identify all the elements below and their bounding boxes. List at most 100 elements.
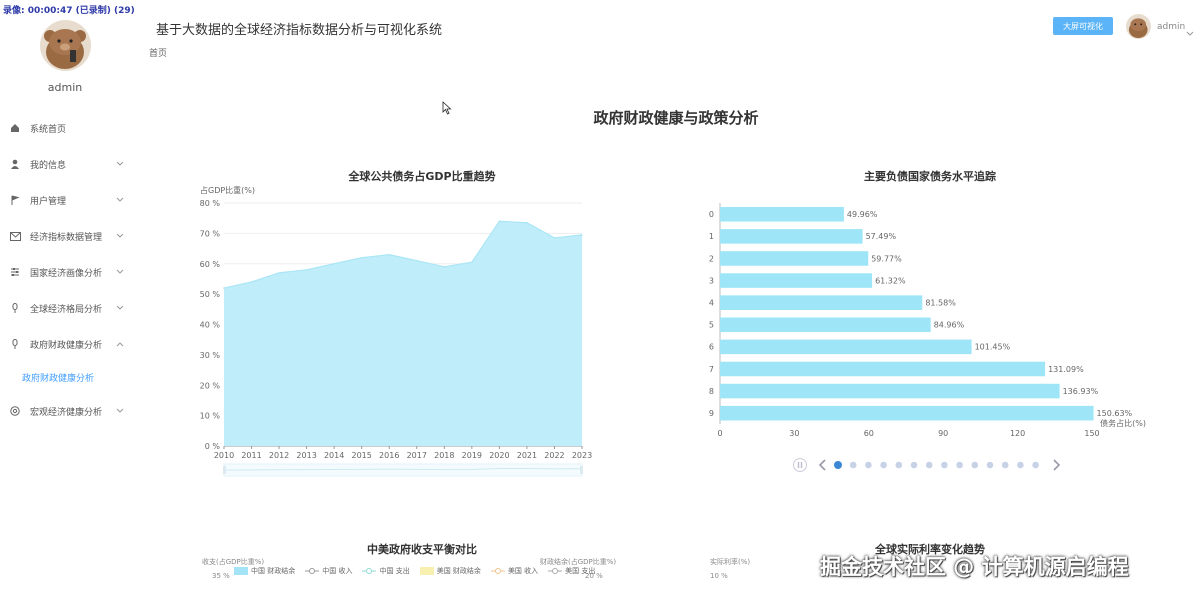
bar-value-label: 150.63% xyxy=(1097,409,1133,418)
x-axis-name: 债务占比(%) xyxy=(1100,418,1146,428)
pager-dot xyxy=(925,461,933,469)
x-tick-label: 2020 xyxy=(489,451,509,460)
debt-bar xyxy=(720,295,923,310)
data-point xyxy=(388,253,391,256)
pause-icon-ring xyxy=(793,458,807,472)
legend-item[interactable]: 美国 收入 xyxy=(490,566,539,576)
debt-bar xyxy=(720,206,844,222)
y-tick-label: 70 % xyxy=(200,229,221,238)
sliders-icon xyxy=(0,267,30,277)
flag-icon xyxy=(0,195,30,205)
pause-bar-right xyxy=(800,462,803,468)
y-tick-label: 40 % xyxy=(200,321,221,330)
sidebar-item-country-profile[interactable]: 国家经济画像分析 xyxy=(0,260,130,284)
interest-tick: 10 % xyxy=(710,572,728,580)
data-point xyxy=(333,262,335,265)
submenu-item-fiscal-health[interactable]: 政府财政健康分析 xyxy=(22,371,94,384)
zoom-handle-left xyxy=(223,466,226,474)
category-label: 4 xyxy=(709,298,714,307)
legend-swatch-dot xyxy=(552,568,559,574)
mail-icon xyxy=(0,231,30,241)
header-avatar[interactable] xyxy=(1126,14,1151,39)
legend-label: 美国 收入 xyxy=(507,567,539,575)
category-label: 5 xyxy=(709,321,714,330)
legend-swatch xyxy=(490,568,505,574)
sidebar-item-user-management[interactable]: 用户管理 xyxy=(0,188,130,212)
data-point xyxy=(278,272,280,274)
balance-title: 中美政府收支平衡对比 xyxy=(367,543,477,556)
y-tick-label: 50 % xyxy=(200,290,221,299)
page-title: 政府财政健康与政策分析 xyxy=(593,109,759,127)
debt-bar xyxy=(720,361,1046,377)
sidebar-item-macro-health[interactable]: 宏观经济健康分析 xyxy=(0,399,130,423)
chevron-up-icon xyxy=(110,341,130,347)
legend-item[interactable]: 中国 支出 xyxy=(362,566,410,576)
bigscreen-button[interactable]: 大屏可视化 xyxy=(1053,17,1113,35)
debt-area xyxy=(224,221,582,446)
sidebar-item-indicator-data[interactable]: 经济指标数据管理 xyxy=(0,224,130,248)
debt-ranking-chart[interactable]: 0 49.96% 1 57.49% 2 59.77% 3 61.32% 4 81.58% 5 84.9… xyxy=(700,195,1170,445)
zoom-handle-right xyxy=(580,466,583,474)
bar-value-label: 84.96% xyxy=(934,321,965,330)
legend-item[interactable]: 美国 财政结余 xyxy=(419,566,481,576)
balance-tick-left: 35 % xyxy=(212,572,230,580)
user-icon xyxy=(0,159,30,169)
sidebar-item-global-pattern[interactable]: 全球经济格局分析 xyxy=(0,296,130,320)
sidebar: 录像: 00:00:47 (已录制) (29) admin 系统首页 我的信息 … xyxy=(0,0,135,598)
sidebar-item-my-info[interactable]: 我的信息 xyxy=(0,152,130,176)
bar-value-label: 81.58% xyxy=(925,298,956,307)
avatar[interactable] xyxy=(40,20,91,71)
legend-swatch-dot xyxy=(494,568,501,574)
debt-bar xyxy=(720,251,869,266)
chevron-down-icon[interactable] xyxy=(1186,22,1194,41)
legend-swatch xyxy=(548,568,563,574)
category-label: 6 xyxy=(709,343,714,352)
x-tick-label: 2016 xyxy=(379,451,399,460)
chevron-down-icon xyxy=(110,269,130,275)
pager-dot xyxy=(941,461,948,469)
bar-value-label: 59.77% xyxy=(871,254,902,263)
legend-label: 中国 财政结余 xyxy=(251,567,296,575)
debt-bar xyxy=(720,405,1094,421)
breadcrumb[interactable]: 首页 xyxy=(149,46,167,59)
legend-swatch-rect xyxy=(234,567,248,575)
bar-value-label: 136.93% xyxy=(1063,387,1099,396)
legend-swatch xyxy=(234,567,248,575)
x-tick-label: 2013 xyxy=(296,451,316,460)
legend-item[interactable]: 中国 收入 xyxy=(305,566,352,576)
data-point xyxy=(553,237,556,239)
legend-item[interactable]: 美国 支出 xyxy=(548,566,595,576)
debt-bar xyxy=(720,383,1060,399)
bar-value-label: 57.49% xyxy=(866,232,897,241)
y-tick-label: 0 % xyxy=(205,442,221,451)
legend-label: 中国 支出 xyxy=(379,567,410,575)
balance-legend[interactable]: 中国 财政结余 中国 收入 中国 支出 美国 财政结余 美国 收入 美国 支出 xyxy=(234,566,595,576)
pager-dot xyxy=(834,461,842,469)
sidebar-item-label: 国家经济画像分析 xyxy=(30,268,103,279)
category-label: 9 xyxy=(709,409,714,418)
timeline-pager[interactable] xyxy=(790,457,1070,473)
chevron-down-icon xyxy=(110,305,130,311)
pager-dot xyxy=(1032,461,1039,469)
y-tick-label: 30 % xyxy=(200,351,221,360)
legend-label: 美国 财政结余 xyxy=(436,567,481,575)
header-username[interactable]: admin xyxy=(1157,22,1185,32)
x-tick-label: 60 xyxy=(864,429,874,438)
legend-label: 中国 收入 xyxy=(322,567,353,575)
data-point xyxy=(471,261,473,264)
debt-trend-chart[interactable]: 0 % 10 % 20 % 30 % 40 % 50 % 60 % 70 % 80 % 2010 2… xyxy=(190,195,610,485)
sidebar-item-fiscal-health[interactable]: 政府财政健康分析 xyxy=(0,332,130,356)
pager-dot xyxy=(865,461,872,469)
data-point xyxy=(443,265,446,268)
y-tick-label: 10 % xyxy=(200,412,221,421)
x-tick-label: 2015 xyxy=(352,451,372,460)
microphone-icon xyxy=(0,338,30,350)
x-tick-label: 2012 xyxy=(269,451,289,460)
recording-overlay: 录像: 00:00:47 (已录制) (29) xyxy=(3,6,135,16)
bar-value-label: 61.32% xyxy=(875,276,906,285)
data-point xyxy=(360,256,363,259)
data-point xyxy=(250,281,253,283)
legend-item[interactable]: 中国 财政结余 xyxy=(234,566,295,576)
bar-value-label: 49.96% xyxy=(847,210,878,219)
chevron-right-icon xyxy=(1053,459,1061,471)
